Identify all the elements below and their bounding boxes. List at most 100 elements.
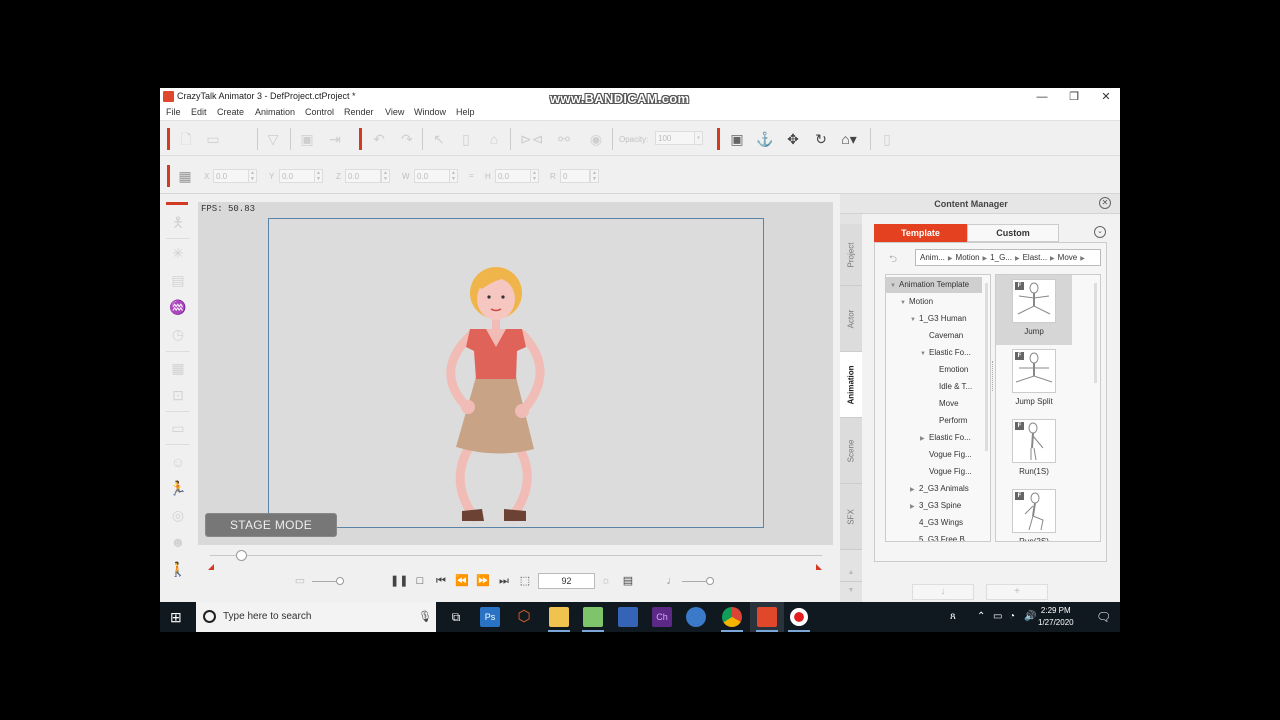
side-tab-sfx[interactable]: SFX (840, 484, 862, 550)
visibility-icon[interactable]: ◉ (587, 130, 605, 148)
actor-icon[interactable]: 🯅 (168, 212, 188, 232)
people-icon[interactable]: ጸ (950, 611, 956, 622)
taskbar-search[interactable]: Type here to search 🎙 (196, 602, 436, 632)
range-end-marker[interactable] (816, 564, 822, 570)
h-field[interactable]: 0.0 (495, 169, 531, 183)
timer-icon[interactable]: ◷ (168, 324, 188, 344)
breadcrumb-item[interactable]: Move (1058, 253, 1078, 262)
tree-item[interactable]: ▼ 1_G3 Human (886, 311, 982, 327)
pause-icon[interactable]: ❚❚ (390, 572, 408, 590)
template-item-jump[interactable]: F Jump (996, 275, 1072, 345)
network-app-icon[interactable] (618, 607, 638, 627)
character-animator-icon[interactable]: Ch (652, 607, 672, 627)
sprite-icon[interactable]: ▤ (168, 270, 188, 290)
current-frame-field[interactable]: 92 (538, 573, 595, 589)
expand-right-icon[interactable]: ▶ (910, 482, 919, 498)
tab-template[interactable]: Template (874, 224, 967, 242)
w-field[interactable]: 0.0 (414, 169, 450, 183)
side-tab-scene[interactable]: Scene (840, 418, 862, 484)
character-actor[interactable] (434, 259, 554, 529)
r-field[interactable]: 0 (560, 169, 590, 183)
tree-item[interactable]: ▼ Motion (886, 294, 982, 310)
clone-icon[interactable]: ▯ (457, 130, 475, 148)
add-button[interactable]: + (986, 584, 1048, 600)
camera-icon[interactable]: ▣ (728, 130, 746, 148)
open-folder-icon[interactable]: ▭ (204, 130, 222, 148)
menu-view[interactable]: View (385, 107, 404, 117)
action-center-icon[interactable]: 🗨 (1096, 610, 1111, 624)
expand-right-icon[interactable]: ▶ (910, 499, 919, 515)
side-tab-animation[interactable]: Animation (840, 352, 862, 418)
panel-splitter[interactable] (992, 361, 994, 391)
link-size-toggle[interactable]: = (469, 171, 474, 180)
tree-item[interactable]: 4_G3 Wings (886, 515, 982, 531)
battery-icon[interactable]: ▭ (993, 611, 1002, 622)
media-app-icon[interactable] (686, 607, 706, 627)
3d-motion-icon[interactable]: ▭ (168, 418, 188, 438)
restore-button[interactable]: ❐ (1059, 89, 1089, 105)
select-icon[interactable]: ↖ (430, 130, 448, 148)
flip-icon[interactable]: ⊳⊲ (520, 130, 543, 148)
tree-item[interactable]: Emotion (886, 362, 982, 378)
timeline-panel-icon[interactable]: ▤ (620, 572, 636, 590)
stop-icon[interactable]: □ (412, 572, 428, 590)
menu-control[interactable]: Control (305, 107, 334, 117)
back-icon[interactable]: ⮌ (889, 252, 897, 269)
tree-item[interactable]: Caveman (886, 328, 982, 344)
tree-item[interactable]: ▼ Elastic Fo... (886, 345, 982, 361)
tree-scrollbar[interactable] (985, 283, 988, 451)
subtitle-slider-knob[interactable] (336, 577, 344, 585)
opacity-field[interactable]: 100 (655, 131, 695, 145)
template-item-jump-split[interactable]: F Jump Split (996, 345, 1072, 415)
tabs-scroll-up-icon[interactable]: ▲ (840, 564, 862, 582)
anchor-icon[interactable]: ⚓ (756, 130, 774, 148)
music-icon[interactable]: ♩ (664, 572, 680, 590)
tree-item[interactable]: ▼ Animation Template (886, 277, 982, 293)
volume-slider[interactable] (682, 581, 706, 582)
range-start-marker[interactable] (208, 564, 214, 570)
microphone-icon[interactable]: 🎙 (418, 610, 432, 623)
light-icon[interactable]: ☼ (598, 572, 614, 590)
menu-window[interactable]: Window (414, 107, 446, 117)
next-key-icon[interactable]: ⏩ (475, 572, 491, 590)
x-spinner[interactable]: ▲ ▼ (248, 169, 257, 183)
options-menu-icon[interactable]: ⌄ (1094, 226, 1106, 238)
first-frame-icon[interactable]: ⏮ (433, 572, 449, 590)
tabs-scroll-down-icon[interactable]: ▼ (840, 582, 862, 600)
tree-item[interactable]: ▶ Elastic Fo... (886, 430, 982, 446)
grid-align-icon[interactable]: ▦ (176, 167, 194, 185)
windows-start-icon[interactable]: ⊞ (170, 609, 182, 626)
tree-item[interactable]: 5_G3 Free B... (886, 532, 982, 541)
side-tab-project[interactable]: Project (840, 224, 862, 286)
link-icon[interactable]: ⚯ (555, 130, 573, 148)
subtitle-icon[interactable]: ▭ (292, 572, 308, 590)
replace-icon[interactable]: ⌂ (485, 130, 503, 148)
subtitle-slider[interactable] (312, 581, 336, 582)
tree-item[interactable]: Move (886, 396, 982, 412)
tab-custom[interactable]: Custom (967, 224, 1059, 242)
task-view-icon[interactable]: ⧉ (446, 607, 466, 627)
move-icon[interactable]: ✥ (784, 130, 802, 148)
volume-icon[interactable]: 🔊 (1024, 611, 1036, 622)
prev-key-icon[interactable]: ⏪ (454, 572, 470, 590)
keyframe-icon[interactable]: ▦ (168, 358, 188, 378)
bandicam-record-icon[interactable] (790, 608, 808, 626)
menu-file[interactable]: File (166, 107, 181, 117)
w-spinner[interactable]: ▲ ▼ (449, 169, 458, 183)
menu-render[interactable]: Render (344, 107, 374, 117)
new-file-icon[interactable]: 🗋 (177, 130, 195, 148)
bucket-icon[interactable]: ▽ (264, 130, 282, 148)
menu-animation[interactable]: Animation (255, 107, 295, 117)
expand-down-icon[interactable]: ▼ (900, 295, 909, 311)
close-button[interactable]: ✕ (1091, 89, 1120, 105)
tree-item[interactable]: Vogue Fig... (886, 447, 982, 463)
z-field[interactable]: 0.0 (345, 169, 381, 183)
apply-button[interactable]: ↓ (912, 584, 974, 600)
target-icon[interactable]: ◎ (168, 505, 188, 525)
preview-icon[interactable]: ▣ (298, 130, 316, 148)
bone-icon[interactable]: ✳ (168, 243, 188, 263)
breadcrumb-item[interactable]: Motion (956, 253, 980, 262)
y-spinner[interactable]: ▲ ▼ (314, 169, 323, 183)
x-field[interactable]: 0.0 (213, 169, 249, 183)
menu-create[interactable]: Create (217, 107, 244, 117)
